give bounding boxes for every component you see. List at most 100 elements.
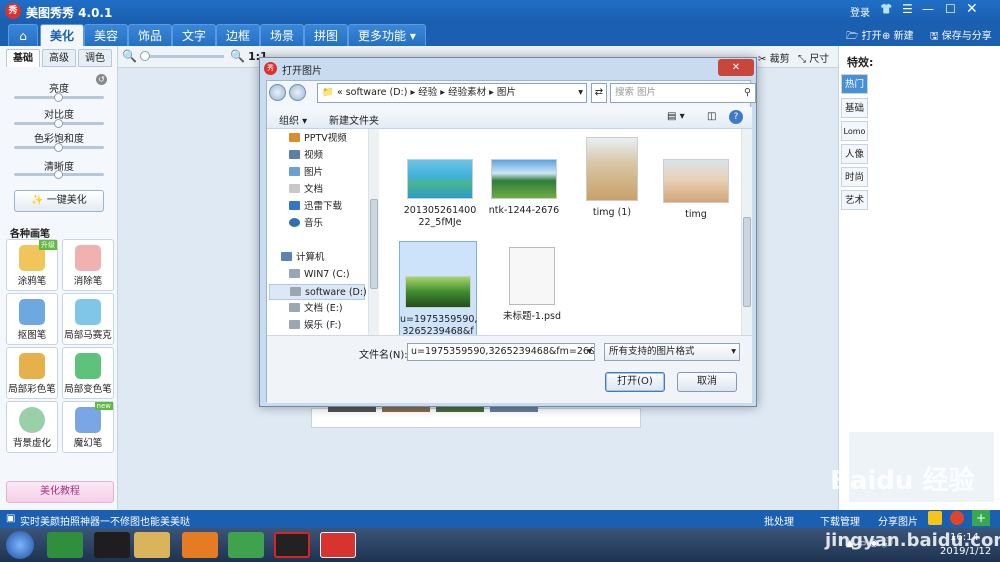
contrast-slider[interactable] (14, 119, 104, 128)
breadcrumb-materials[interactable]: 经验素材 (448, 87, 486, 98)
share-image-button[interactable]: 分享图片 (878, 513, 918, 528)
crop-button[interactable]: ✂ 裁剪 (758, 50, 790, 65)
explorer-icon[interactable] (134, 532, 170, 558)
slider-handle[interactable] (54, 170, 63, 179)
tab-collage[interactable]: 拼图 (304, 24, 349, 46)
effect-tab-portrait[interactable]: 人像 (841, 144, 868, 164)
nav-thunder[interactable]: 迅雷下载 (289, 199, 342, 215)
sharpness-slider[interactable] (14, 170, 104, 179)
refresh-icon[interactable]: ⇄ (591, 83, 607, 103)
nav-videos[interactable]: 视频 (289, 148, 323, 164)
file-scroll-thumb[interactable] (743, 217, 751, 307)
address-bar[interactable]: 📁 « software (D:) ▸ 经验 ▸ 经验素材 ▸ 图片 ▾ (317, 83, 587, 103)
minimize-icon[interactable]: — (922, 2, 934, 16)
video-app-icon[interactable] (228, 532, 264, 558)
nav-documents[interactable]: 文档 (289, 182, 323, 198)
tab-scene[interactable]: 场景 (260, 24, 305, 46)
saturation-slider[interactable] (14, 143, 104, 152)
view-options-icon[interactable]: ▤ ▾ (667, 111, 685, 122)
plus-icon[interactable]: + (972, 510, 990, 526)
search-icon[interactable]: ⚲ (744, 84, 751, 102)
maximize-icon[interactable]: ☐ (945, 2, 956, 16)
nav-music[interactable]: 音乐 (289, 216, 323, 232)
dialog-close-icon[interactable]: ✕ (718, 59, 754, 76)
skin-icon[interactable]: 👕 (880, 4, 892, 15)
cancel-button[interactable]: 取消 (677, 372, 737, 392)
nav-drive-d[interactable]: software (D:) (269, 284, 367, 300)
tab-beauty[interactable]: 美容 (84, 24, 129, 46)
effect-tab-hot[interactable]: 热门 (841, 74, 868, 94)
nav-scrollbar[interactable] (368, 129, 379, 335)
login-link[interactable]: 登录 (850, 4, 870, 19)
magic-pen-tool[interactable]: 魔幻笔 new (62, 401, 114, 453)
promo-text[interactable]: 实时美颜拍照神器一不修图也能美美哒 (20, 513, 190, 528)
tab-text[interactable]: 文字 (172, 24, 217, 46)
slider-handle[interactable] (54, 119, 63, 128)
slider-handle[interactable] (54, 143, 63, 152)
filetype-select[interactable]: 所有支持的图片格式 ▾ (604, 343, 740, 361)
close-icon[interactable]: ✕ (966, 1, 978, 17)
weibo-icon[interactable] (950, 511, 964, 525)
zoom-slider[interactable] (140, 51, 224, 61)
batch-button[interactable]: 批处理 (764, 513, 794, 528)
zoom-slider-handle[interactable] (140, 51, 150, 61)
filetype-dropdown-icon[interactable]: ▾ (731, 344, 736, 360)
star-icon[interactable] (928, 511, 942, 525)
nav-scroll-thumb[interactable] (370, 199, 378, 289)
organize-button[interactable]: 组织 ▾ (279, 112, 307, 127)
tab-color[interactable]: 调色 (78, 49, 112, 67)
effect-tab-basic[interactable]: 基础 (841, 98, 868, 118)
tab-basic[interactable]: 基础 (6, 49, 40, 67)
qq-icon[interactable] (94, 532, 130, 558)
slider-handle[interactable] (54, 93, 63, 102)
brightness-slider[interactable] (14, 93, 104, 102)
new-folder-button[interactable]: 新建文件夹 (329, 112, 379, 127)
tab-advanced[interactable]: 高级 (42, 49, 76, 67)
download-manager-button[interactable]: 下载管理 (820, 513, 860, 528)
help-icon[interactable]: ? (729, 110, 743, 124)
preview-pane-icon[interactable]: ◫ (707, 111, 716, 122)
file-item[interactable]: timg (1) (573, 137, 651, 219)
recorder-icon[interactable] (274, 532, 310, 558)
doodle-pen-tool[interactable]: 涂鸦笔 升级 (6, 239, 58, 291)
file-item[interactable]: timg (657, 159, 735, 221)
file-item[interactable]: 201305261400 22_5fMJe (401, 159, 479, 229)
breadcrumb-drive[interactable]: software (D:) (346, 87, 408, 98)
search-input[interactable]: 搜索 图片 ⚲ (610, 83, 756, 103)
cutout-pen-tool[interactable]: 抠图笔 (6, 293, 58, 345)
color-pen-tool[interactable]: 局部彩色笔 (6, 347, 58, 399)
zoom-out-icon[interactable]: 🔍 (122, 49, 137, 63)
file-item[interactable]: 未标题-1.psd (493, 247, 571, 323)
firefox-icon[interactable] (182, 532, 218, 558)
tab-beautify[interactable]: 美化 (40, 24, 85, 46)
back-icon[interactable] (269, 84, 286, 101)
tab-more[interactable]: 更多功能 ▾ (348, 24, 426, 46)
effect-tab-art[interactable]: 艺术 (841, 190, 868, 210)
breadcrumb-jingyan[interactable]: 经验 (418, 87, 437, 98)
tab-border[interactable]: 边框 (216, 24, 261, 46)
file-scrollbar[interactable] (741, 129, 752, 335)
nav-computer[interactable]: 计算机 (281, 250, 325, 266)
filename-input[interactable]: u=1975359590,3265239468&fm=26&gp ▾ (407, 343, 595, 361)
recolor-pen-tool[interactable]: 局部变色笔 (62, 347, 114, 399)
eraser-pen-tool[interactable]: 消除笔 (62, 239, 114, 291)
open-file-button[interactable]: 打开(O) (605, 372, 665, 392)
file-item[interactable]: ntk-1244-2676 (485, 159, 563, 217)
size-button[interactable]: ⤡ 尺寸 (798, 50, 829, 65)
open-button[interactable]: 🗁 打开 (846, 27, 882, 46)
nav-drive-c[interactable]: WIN7 (C:) (289, 267, 350, 283)
mosaic-tool[interactable]: 局部马赛克 (62, 293, 114, 345)
start-orb-icon[interactable] (6, 531, 34, 559)
tutorial-button[interactable]: 美化教程 (6, 481, 114, 503)
nav-pptv[interactable]: PPTV视频 (289, 131, 347, 147)
effect-tab-lomo[interactable]: Lomo (841, 121, 868, 141)
nav-pictures[interactable]: 图片 (289, 165, 323, 181)
address-dropdown-icon[interactable]: ▾ (578, 84, 583, 102)
background-blur-tool[interactable]: 背景虚化 (6, 401, 58, 453)
nav-drive-f[interactable]: 娱乐 (F:) (289, 318, 341, 334)
home-icon[interactable]: ⌂ (8, 24, 38, 46)
new-button[interactable]: ⊕ 新建 (882, 27, 914, 42)
one-key-beautify-button[interactable]: ✨ 一键美化 (14, 190, 104, 212)
save-share-button[interactable]: 🖫 保存与分享 (930, 27, 992, 46)
meitu-taskbar-icon[interactable] (320, 532, 356, 558)
